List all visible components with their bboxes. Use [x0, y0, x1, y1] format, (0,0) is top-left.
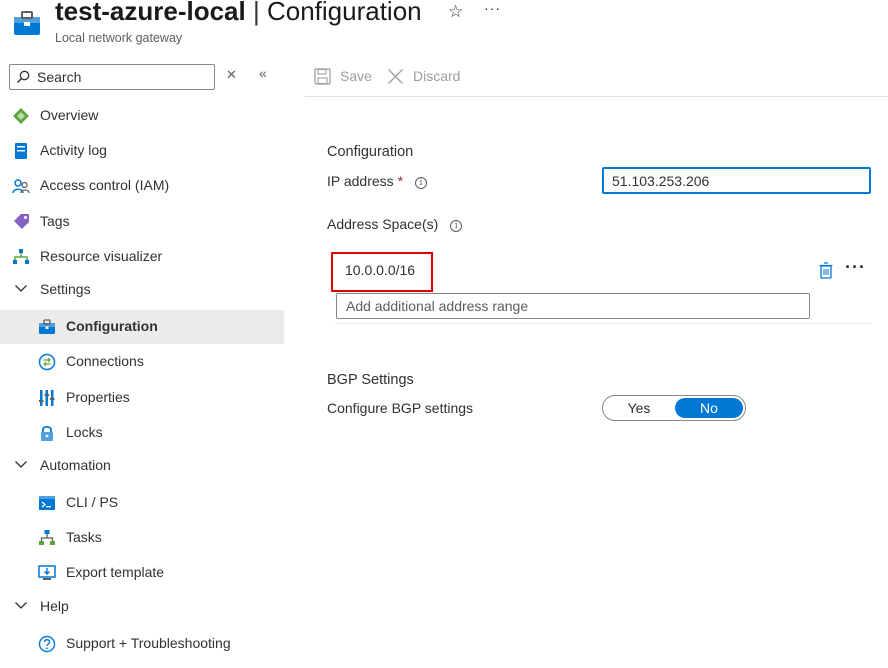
row-more-icon[interactable]: ···: [845, 257, 866, 278]
sidebar-item-label: Properties: [66, 389, 130, 405]
ip-address-field[interactable]: 51.103.253.206: [602, 167, 871, 194]
address-space-label-text: Address Space(s): [327, 216, 439, 232]
sidebar-item-support[interactable]: Support + Troubleshooting: [0, 627, 284, 661]
chevron-down-icon: [15, 602, 27, 609]
add-address-range-placeholder: Add additional address range: [346, 298, 529, 314]
save-label: Save: [340, 68, 372, 84]
page-header: test-azure-local | Configuration ☆ ··· L…: [0, 0, 888, 56]
resource-name: test-azure-local: [55, 0, 246, 26]
sidebar-item-label: Locks: [66, 424, 103, 440]
sidebar: Search ✕ « Overview Activity log Access …: [0, 56, 284, 668]
ip-address-label-text: IP address: [327, 173, 394, 189]
sidebar-item-properties[interactable]: Properties: [0, 381, 284, 415]
sidebar-item-connections[interactable]: Connections: [0, 345, 284, 379]
properties-icon: [39, 390, 55, 406]
sidebar-item-export-template[interactable]: Export template: [0, 556, 284, 590]
sidebar-item-label: Overview: [40, 107, 99, 123]
sidebar-item-tasks[interactable]: Tasks: [0, 521, 284, 555]
sidebar-item-tags[interactable]: Tags: [0, 205, 284, 239]
search-input[interactable]: Search: [9, 64, 215, 90]
ellipsis-icon[interactable]: ···: [484, 0, 501, 16]
sidebar-item-label: Tasks: [66, 529, 102, 545]
info-icon[interactable]: i: [450, 220, 463, 232]
sidebar-item-overview[interactable]: Overview: [0, 99, 284, 133]
sidebar-group-automation[interactable]: Automation: [0, 449, 284, 483]
sidebar-group-settings[interactable]: Settings: [0, 273, 284, 307]
discard-icon: [388, 69, 403, 84]
sidebar-group-label: Automation: [40, 457, 111, 473]
bgp-toggle[interactable]: Yes No: [602, 395, 746, 421]
connections-icon: [38, 353, 56, 371]
resource-type: Local network gateway: [55, 31, 183, 45]
sidebar-item-cli-ps[interactable]: CLI / PS: [0, 486, 284, 520]
visualizer-icon: [13, 249, 29, 264]
sidebar-group-label: Settings: [40, 281, 91, 297]
sidebar-item-locks[interactable]: Locks: [0, 416, 284, 450]
cli-icon: [39, 496, 55, 510]
sidebar-item-label: CLI / PS: [66, 494, 119, 510]
sidebar-item-activity-log[interactable]: Activity log: [0, 134, 284, 168]
sidebar-group-help[interactable]: Help: [0, 590, 284, 624]
command-bar: Save Discard: [305, 56, 888, 97]
clear-search-icon[interactable]: ✕: [226, 67, 237, 83]
delete-icon[interactable]: [819, 262, 833, 279]
sidebar-item-label: Access control (IAM): [40, 177, 170, 193]
iam-icon: [12, 179, 30, 194]
bgp-toggle-yes[interactable]: Yes: [605, 398, 673, 418]
bgp-section-title: BGP Settings: [327, 372, 414, 388]
activity-log-icon: [15, 143, 27, 159]
bgp-settings-label: Configure BGP settings: [327, 400, 474, 416]
discard-button[interactable]: Discard: [387, 67, 467, 87]
required-marker: *: [397, 173, 404, 189]
address-space-value[interactable]: 10.0.0.0/16: [345, 262, 415, 278]
page-name: Configuration: [266, 0, 422, 26]
configuration-form: Configuration IP address * i 51.103.253.…: [305, 97, 888, 668]
chevron-down-icon: [15, 285, 27, 292]
add-address-range-input[interactable]: Add additional address range: [336, 293, 810, 319]
sidebar-item-label: Resource visualizer: [40, 248, 163, 264]
save-icon: [314, 68, 331, 85]
support-icon: [38, 635, 56, 653]
lock-icon: [41, 425, 53, 441]
sidebar-item-configuration[interactable]: Configuration: [0, 310, 284, 344]
ip-address-value: 51.103.253.206: [612, 173, 710, 189]
sidebar-item-label: Activity log: [40, 142, 107, 158]
chevron-down-icon: [15, 461, 27, 468]
sidebar-item-label: Configuration: [66, 318, 158, 334]
ip-address-label: IP address * i: [327, 173, 427, 189]
tasks-icon: [39, 530, 55, 545]
configuration-section-title: Configuration: [327, 144, 414, 160]
address-space-row: 10.0.0.0/16 ··· Add additional address r…: [331, 252, 872, 324]
bgp-toggle-no[interactable]: No: [675, 398, 743, 418]
sidebar-group-label: Help: [40, 598, 69, 614]
star-icon[interactable]: ☆: [448, 2, 463, 22]
address-space-label: Address Space(s) i: [327, 216, 463, 232]
search-icon: [16, 70, 30, 84]
discard-label: Discard: [413, 68, 461, 84]
search-placeholder: Search: [37, 69, 82, 85]
sidebar-item-label: Tags: [40, 213, 70, 229]
local-network-gateway-icon: [14, 11, 40, 35]
page-title: test-azure-local | Configuration: [55, 0, 422, 27]
title-separator: |: [252, 0, 260, 26]
overview-icon: [13, 108, 29, 124]
sidebar-item-iam[interactable]: Access control (IAM): [0, 169, 284, 203]
sidebar-item-resource-visualizer[interactable]: Resource visualizer: [0, 240, 284, 274]
collapse-sidebar-icon[interactable]: «: [259, 65, 267, 81]
sidebar-item-label: Support + Troubleshooting: [66, 635, 231, 651]
info-icon[interactable]: i: [414, 177, 427, 189]
sidebar-item-label: Export template: [66, 564, 165, 580]
export-template-icon: [38, 565, 56, 580]
configuration-icon: [39, 319, 55, 334]
save-button[interactable]: Save: [314, 67, 374, 87]
sidebar-item-label: Connections: [66, 353, 144, 369]
tag-icon: [14, 214, 29, 229]
